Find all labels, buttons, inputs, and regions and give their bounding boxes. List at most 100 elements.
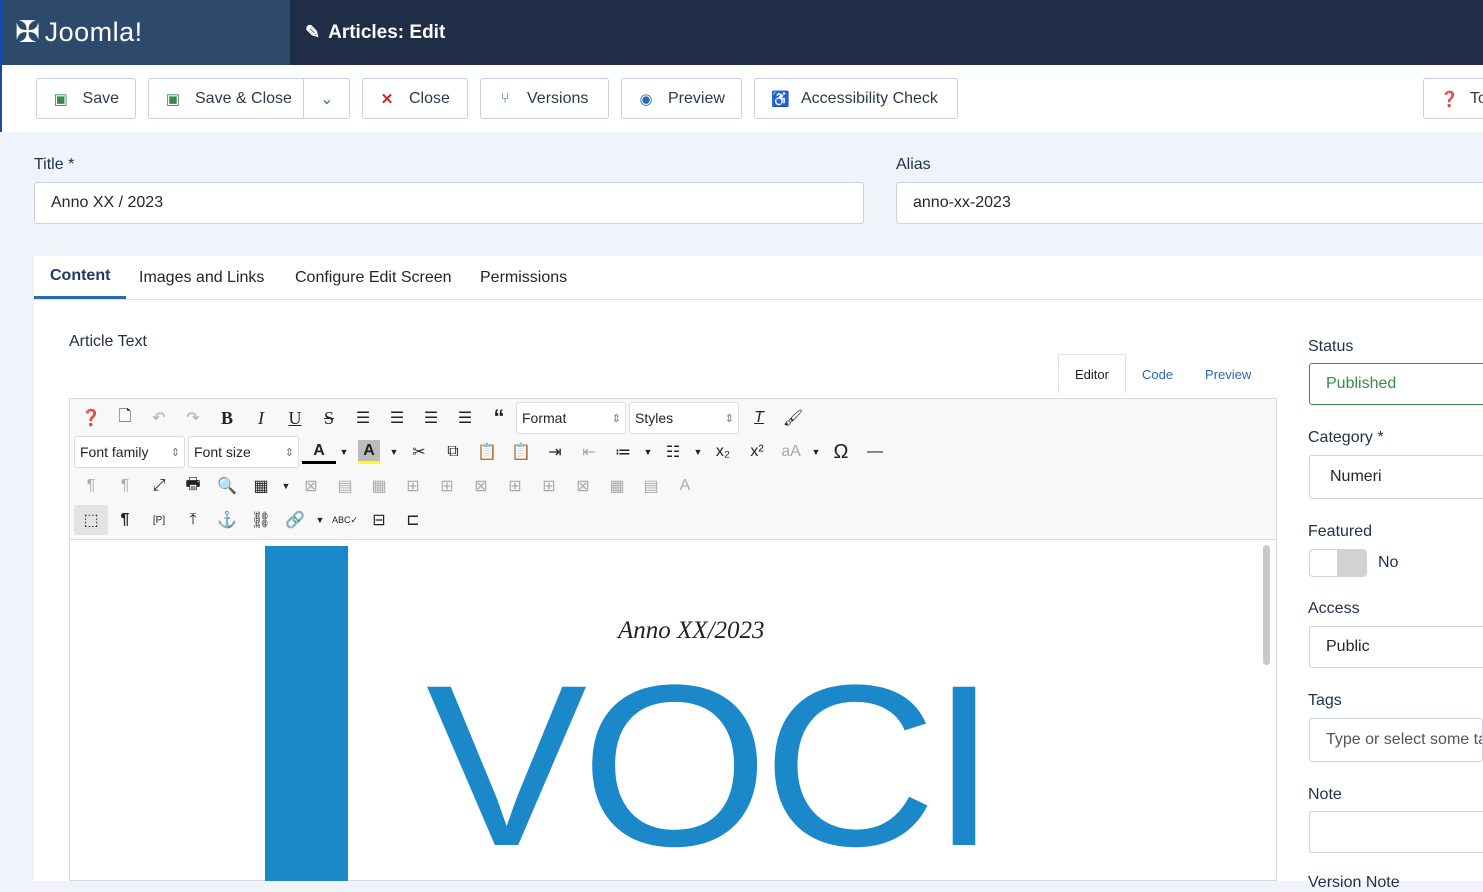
outdent-icon[interactable]: ⇤ (572, 437, 606, 467)
tour-label: To (1470, 89, 1483, 107)
styles-select[interactable]: Styles (629, 402, 739, 434)
access-select[interactable]: Public (1309, 626, 1483, 668)
dropdown-arrow-icon[interactable]: ▼ (808, 437, 824, 467)
align-center-icon[interactable]: ☰ (380, 403, 414, 433)
close-button[interactable]: ✕ Close (362, 78, 468, 119)
horizontal-rule-icon[interactable]: — (858, 437, 892, 467)
row-properties-icon[interactable]: ▤ (328, 471, 362, 501)
editor-tab-preview[interactable]: Preview (1189, 354, 1267, 394)
editor-toolbar: ❓ 🗋 ↶ ↷ B I U S ☰ ☰ ☰ ☰ “ Format Styles … (70, 399, 1276, 540)
accessibility-check-button[interactable]: ♿ Accessibility Check (754, 78, 958, 119)
paragraph-block-icon[interactable]: [P] (142, 505, 176, 535)
format-select[interactable]: Format (516, 402, 626, 434)
redo-icon[interactable]: ↷ (176, 403, 210, 433)
tour-button[interactable]: ❓ To (1423, 78, 1483, 119)
paste-icon[interactable]: 📋 (470, 437, 504, 467)
font-size-select[interactable]: Font size (188, 436, 299, 468)
dropdown-arrow-icon[interactable]: ▼ (640, 437, 656, 467)
font-case-icon[interactable]: aA (774, 437, 808, 467)
note-input[interactable] (1309, 811, 1483, 853)
editor-tab-code[interactable]: Code (1126, 354, 1189, 394)
italic-icon[interactable]: I (244, 403, 278, 433)
delete-table-icon[interactable]: ⊠ (294, 471, 328, 501)
strikethrough-icon[interactable]: S (312, 403, 346, 433)
ltr-icon[interactable]: ¶ (74, 471, 108, 501)
category-select[interactable]: Numeri (1309, 455, 1483, 499)
new-document-icon[interactable]: 🗋 (108, 403, 142, 433)
insert-row-after-icon[interactable]: ⊞ (430, 471, 464, 501)
insert-media-icon[interactable]: ⤒ (176, 505, 210, 535)
editor-tab-editor[interactable]: Editor (1058, 354, 1126, 394)
logo-blue-bar (265, 546, 348, 881)
help-icon[interactable]: ❓ (74, 403, 108, 433)
align-left-icon[interactable]: ☰ (414, 403, 448, 433)
chevron-down-icon[interactable]: ⌄ (303, 79, 350, 118)
undo-icon[interactable]: ↶ (142, 403, 176, 433)
font-family-select[interactable]: Font family (74, 436, 185, 468)
title-input[interactable]: Anno XX / 2023 (34, 182, 864, 224)
editor-content[interactable]: Anno XX/2023 VOCI (70, 541, 1260, 881)
delete-row-icon[interactable]: ⊠ (464, 471, 498, 501)
indent-icon[interactable]: ⇥ (538, 437, 572, 467)
anchor-icon[interactable]: ⚓ (210, 505, 244, 535)
subscript-icon[interactable]: x₂ (706, 437, 740, 467)
blockquote-icon[interactable]: “ (482, 403, 516, 433)
bullet-list-icon[interactable]: ☷ (656, 437, 690, 467)
dropdown-arrow-icon[interactable]: ▼ (690, 437, 706, 467)
rtl-icon[interactable]: ¶ (108, 471, 142, 501)
table-icon[interactable]: ▦ (244, 471, 278, 501)
paste-text-icon[interactable]: 📋 (504, 437, 538, 467)
joomla-logo[interactable]: ✠ Joomla! (0, 0, 290, 65)
special-character-icon[interactable]: Ω (824, 437, 858, 467)
insert-col-after-icon[interactable]: ⊞ (532, 471, 566, 501)
tags-input[interactable]: Type or select some tags (1309, 718, 1483, 762)
text-color-icon[interactable]: A (302, 440, 336, 464)
insert-row-before-icon[interactable]: ⊞ (396, 471, 430, 501)
cell-properties-icon[interactable]: ▦ (362, 471, 396, 501)
show-blocks-icon[interactable]: ¶ (108, 505, 142, 535)
save-button[interactable]: ▣ Save (36, 78, 136, 119)
save-close-button[interactable]: ▣ Save & Close ⌄ (148, 78, 350, 119)
page-title: ✎ Articles: Edit (305, 0, 445, 65)
underline-icon[interactable]: U (278, 403, 312, 433)
bold-icon[interactable]: B (210, 403, 244, 433)
copy-icon[interactable]: ⧉ (436, 437, 470, 467)
paint-brush-icon[interactable]: 🖌 (776, 403, 810, 433)
search-icon[interactable]: 🔍 (210, 471, 244, 501)
delete-col-icon[interactable]: ⊠ (566, 471, 600, 501)
clear-formatting-icon[interactable]: T (742, 403, 776, 433)
spellcheck-icon[interactable]: ABC✓ (328, 505, 362, 535)
fullscreen-icon[interactable]: ⤢ (142, 471, 176, 501)
font-case-icon[interactable]: A (668, 471, 702, 501)
tab-images-links[interactable]: Images and Links (123, 256, 280, 299)
preview-button[interactable]: ◉ Preview (621, 78, 742, 119)
page-break-icon[interactable]: ⊟ (362, 505, 396, 535)
dropdown-arrow-icon[interactable]: ▼ (336, 437, 352, 467)
unlink-icon[interactable]: ⛓ (244, 505, 278, 535)
dropdown-arrow-icon[interactable]: ▼ (386, 437, 402, 467)
editor-scrollbar[interactable] (1263, 545, 1270, 665)
versions-button[interactable]: ⑂ Versions (480, 78, 609, 119)
alias-input[interactable]: anno-xx-2023 (896, 182, 1483, 224)
tab-permissions[interactable]: Permissions (464, 256, 583, 299)
cut-icon[interactable]: ✂ (402, 437, 436, 467)
align-justify-icon[interactable]: ☰ (346, 403, 380, 433)
insert-col-before-icon[interactable]: ⊞ (498, 471, 532, 501)
visual-aid-icon[interactable]: ⬚ (74, 505, 108, 535)
dropdown-arrow-icon[interactable]: ▼ (312, 505, 328, 535)
numbered-list-icon[interactable]: ≔ (606, 437, 640, 467)
dropdown-arrow-icon[interactable]: ▼ (278, 471, 294, 501)
tab-content[interactable]: Content (34, 256, 127, 299)
background-color-icon[interactable]: A (358, 440, 380, 464)
tab-configure-edit-screen[interactable]: Configure Edit Screen (279, 256, 468, 299)
template-icon[interactable]: ⊏ (396, 505, 430, 535)
featured-toggle[interactable] (1309, 549, 1367, 577)
superscript-icon[interactable]: x² (740, 437, 774, 467)
status-select[interactable]: Published (1309, 363, 1483, 405)
align-right-icon[interactable]: ☰ (448, 403, 482, 433)
link-icon[interactable]: 🔗 (278, 505, 312, 535)
print-icon[interactable]: 🖶 (176, 471, 210, 501)
merge-cells-icon[interactable]: ▤ (634, 471, 668, 501)
split-cells-icon[interactable]: ▦ (600, 471, 634, 501)
featured-value: No (1378, 554, 1399, 571)
